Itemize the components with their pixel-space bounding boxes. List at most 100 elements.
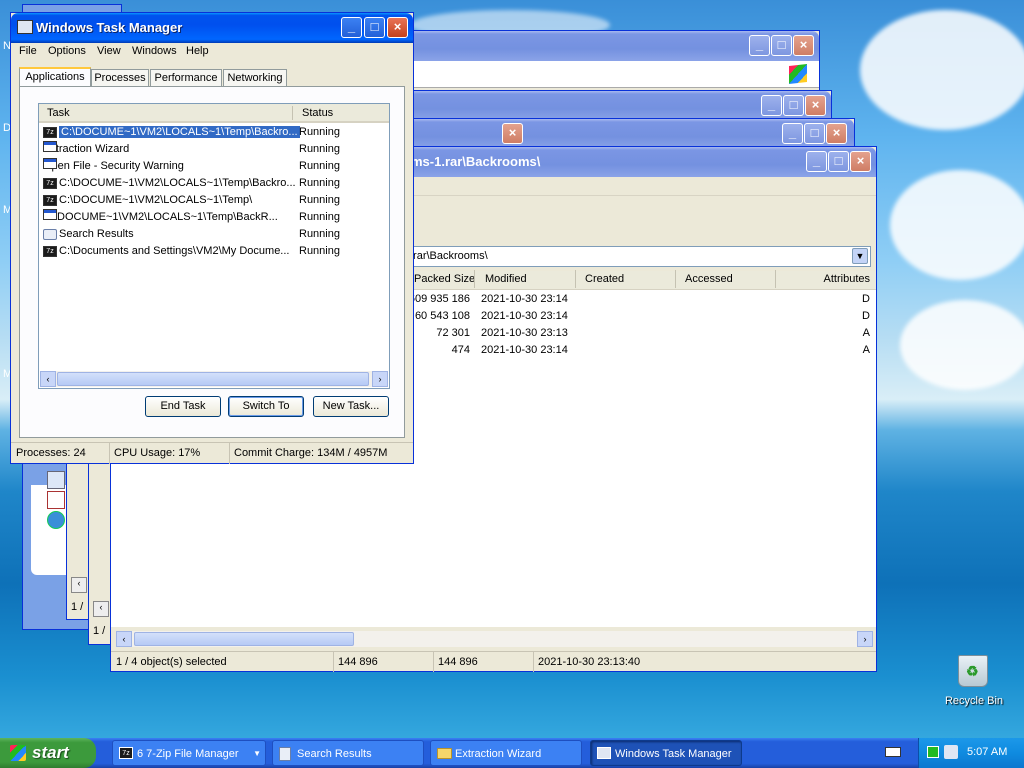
- switch-to-button[interactable]: Switch To: [228, 396, 304, 417]
- status-commit: Commit Charge: 134M / 4957M: [234, 447, 388, 459]
- packed-size-cell: 60 543 108: [414, 310, 470, 322]
- tab-applications[interactable]: Applications: [19, 67, 91, 87]
- column-divider[interactable]: [675, 270, 676, 288]
- task-row[interactable]: 7z C:\DOCUME~1\VM2\LOCALS~1\Temp\Backro..…: [43, 124, 387, 141]
- column-created[interactable]: Created: [585, 273, 624, 285]
- task-status: Running: [299, 228, 340, 240]
- taskbar-item-search-results[interactable]: Search Results: [272, 740, 424, 766]
- column-divider[interactable]: [474, 270, 475, 288]
- close-button[interactable]: ×: [805, 95, 826, 116]
- chevron-down-icon[interactable]: ▼: [852, 248, 868, 264]
- maximize-button[interactable]: □: [364, 17, 385, 38]
- status-packed: 144 896: [438, 656, 478, 668]
- packed-size-cell: 474: [451, 344, 470, 356]
- task-row[interactable]: C:\DOCUME~1\VM2\LOCALS~1\Temp\BackR... R…: [43, 209, 387, 226]
- column-task[interactable]: Task: [47, 107, 70, 119]
- minimize-button[interactable]: _: [761, 95, 782, 116]
- scroll-right-button[interactable]: ›: [857, 631, 873, 647]
- status-divider: [229, 443, 230, 464]
- task-manager-window[interactable]: Windows Task Manager _ □ × File Options …: [10, 12, 414, 464]
- menu-windows[interactable]: Windows: [132, 45, 177, 57]
- minimize-button[interactable]: _: [782, 123, 803, 144]
- status-divider: [533, 652, 534, 672]
- close-button[interactable]: ×: [502, 123, 523, 144]
- tab-processes[interactable]: Processes: [91, 69, 149, 87]
- taskbar-item-7zip[interactable]: 7z 6 7-Zip File Manager ▼: [112, 740, 266, 766]
- tab-performance[interactable]: Performance: [150, 69, 222, 87]
- search-icon[interactable]: [47, 471, 65, 489]
- scrollbar-thumb[interactable]: [57, 372, 369, 386]
- checklist-icon[interactable]: [47, 491, 65, 509]
- task-row[interactable]: Open File - Security Warning Running: [43, 158, 387, 175]
- close-button[interactable]: ×: [850, 151, 871, 172]
- search-results-icon: [43, 228, 57, 240]
- status-divider: [109, 443, 110, 464]
- menu-file[interactable]: File: [19, 45, 37, 57]
- taskbar-item-extraction-wizard[interactable]: Extraction Wizard: [430, 740, 582, 766]
- status-processes: Processes: 24: [16, 447, 86, 459]
- minimize-button[interactable]: _: [749, 35, 770, 56]
- tab-panel: Task Status 7z C:\DOCUME~1\VM2\LOCALS~1\T…: [19, 86, 405, 438]
- maximize-button[interactable]: □: [828, 151, 849, 172]
- scrollbar-thumb[interactable]: [134, 632, 354, 646]
- horizontal-scrollbar[interactable]: ‹ ›: [40, 371, 388, 387]
- new-task-button[interactable]: New Task...: [313, 396, 389, 417]
- globe-icon[interactable]: [47, 511, 65, 529]
- menu-view[interactable]: View: [97, 45, 121, 57]
- scroll-left-button[interactable]: ‹: [40, 371, 56, 387]
- search-results-icon: [279, 747, 291, 761]
- close-button[interactable]: ×: [793, 35, 814, 56]
- attributes-cell: D: [862, 293, 870, 305]
- menu-options[interactable]: Options: [48, 45, 86, 57]
- task-row[interactable]: 7z C:\DOCUME~1\VM2\LOCALS~1\Temp\Backro..…: [43, 175, 387, 192]
- minimize-button[interactable]: _: [341, 17, 362, 38]
- task-status: Running: [299, 126, 340, 138]
- column-divider[interactable]: [775, 270, 776, 288]
- taskbar-item-label: Windows Task Manager: [615, 748, 732, 760]
- maximize-button[interactable]: □: [783, 95, 804, 116]
- maximize-button[interactable]: □: [804, 123, 825, 144]
- column-modified[interactable]: Modified: [485, 273, 527, 285]
- close-button[interactable]: ×: [387, 17, 408, 38]
- task-row[interactable]: 7z C:\DOCUME~1\VM2\LOCALS~1\Temp\ Running: [43, 192, 387, 209]
- window-icon: [43, 209, 57, 220]
- column-attributes[interactable]: Attributes: [824, 273, 870, 285]
- start-button[interactable]: start: [0, 738, 96, 768]
- task-row[interactable]: Extraction Wizard Running: [43, 141, 387, 158]
- cloud: [890, 170, 1024, 280]
- modified-cell: 2021-10-30 23:14: [481, 310, 568, 322]
- column-divider[interactable]: [292, 106, 293, 120]
- scroll-left-button[interactable]: ‹: [116, 631, 132, 647]
- status-selected: 1 / 4 object(s) selected: [116, 656, 227, 668]
- modified-cell: 2021-10-30 23:14: [481, 293, 568, 305]
- security-icon[interactable]: [944, 745, 958, 759]
- maximize-button[interactable]: □: [771, 35, 792, 56]
- column-packed-size[interactable]: Packed Size: [414, 273, 475, 285]
- keyboard-icon[interactable]: [885, 747, 901, 757]
- taskbar-item-task-manager[interactable]: Windows Task Manager: [590, 740, 742, 766]
- folder-icon: [437, 748, 452, 759]
- scroll-left-button[interactable]: ‹: [93, 601, 109, 617]
- task-row[interactable]: 7z C:\Documents and Settings\VM2\My Docum…: [43, 243, 387, 260]
- close-button[interactable]: ×: [826, 123, 847, 144]
- clock[interactable]: 5:07 AM: [967, 746, 1007, 758]
- task-list[interactable]: Task Status 7z C:\DOCUME~1\VM2\LOCALS~1\T…: [38, 103, 390, 389]
- recycle-bin-label[interactable]: Recycle Bin: [940, 695, 1008, 707]
- task-status: Running: [299, 160, 340, 172]
- task-row[interactable]: Search Results Running: [43, 226, 387, 243]
- scroll-left-button[interactable]: ‹: [71, 577, 87, 593]
- menu-help[interactable]: Help: [186, 45, 209, 57]
- horizontal-scrollbar[interactable]: ‹ ›: [116, 631, 873, 647]
- network-icon[interactable]: [927, 746, 939, 758]
- tab-networking[interactable]: Networking: [223, 69, 287, 87]
- recycle-bin-icon[interactable]: ♻: [958, 655, 988, 687]
- minimize-button[interactable]: _: [806, 151, 827, 172]
- taskbar-item-label: Search Results: [297, 748, 372, 760]
- task-status: Running: [299, 143, 340, 155]
- task-list-header: Task Status: [39, 104, 389, 123]
- column-divider[interactable]: [575, 270, 576, 288]
- column-status[interactable]: Status: [302, 107, 333, 119]
- column-accessed[interactable]: Accessed: [685, 273, 733, 285]
- end-task-button[interactable]: End Task: [145, 396, 221, 417]
- scroll-right-button[interactable]: ›: [372, 371, 388, 387]
